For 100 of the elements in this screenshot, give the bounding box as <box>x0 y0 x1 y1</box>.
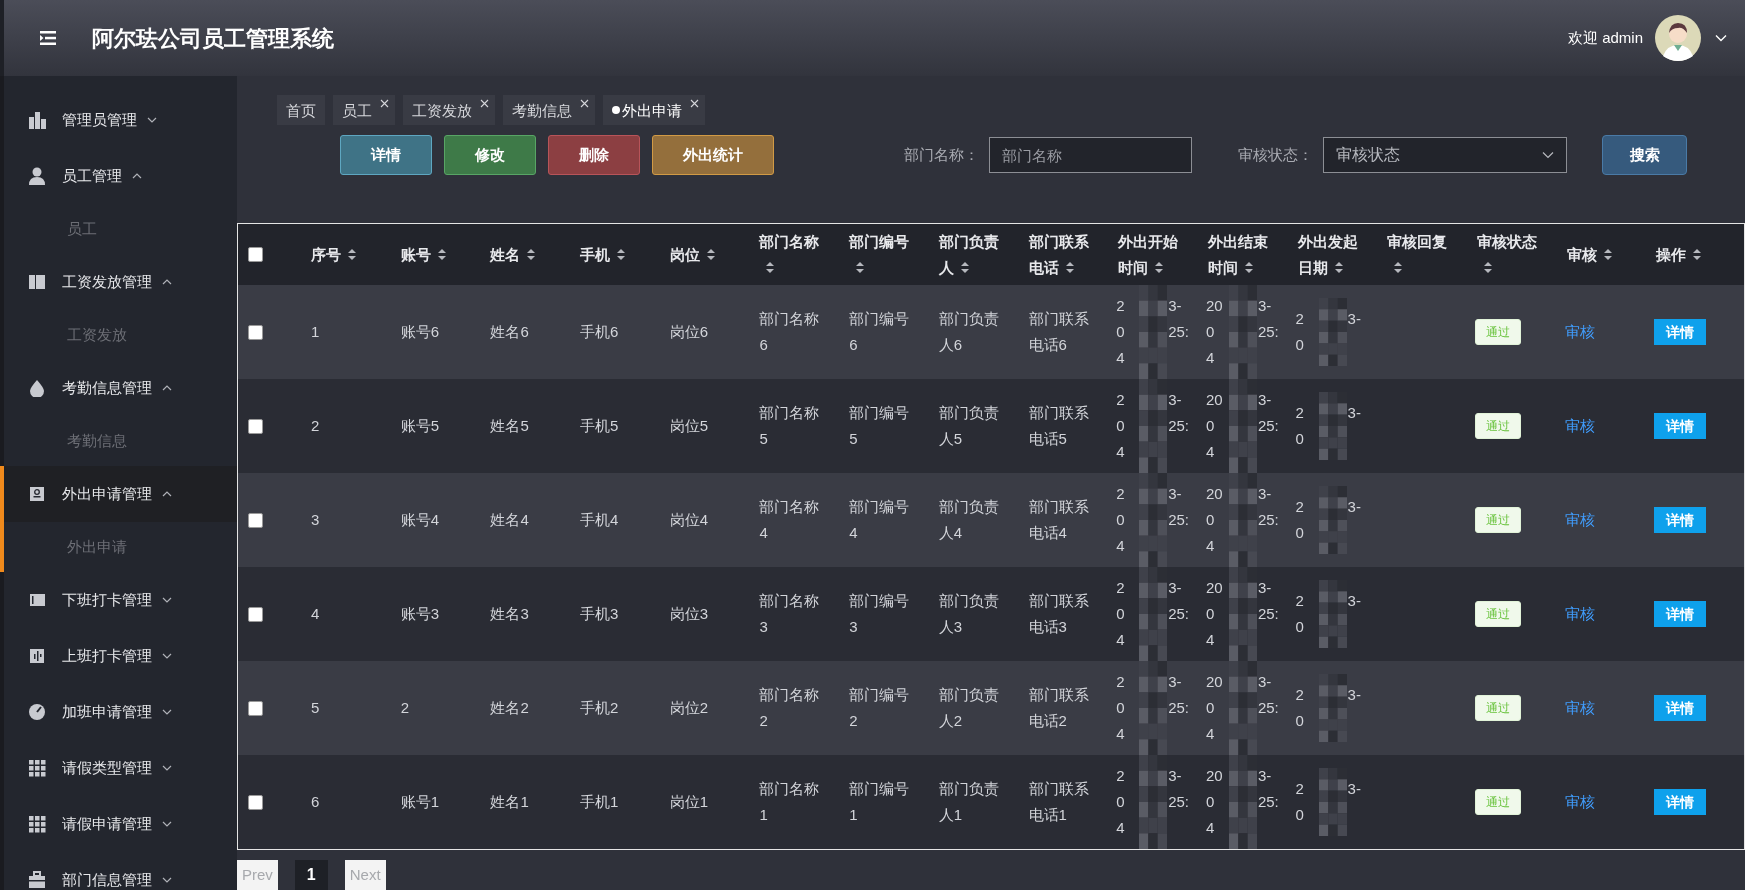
checkbox[interactable] <box>248 606 263 622</box>
tab[interactable]: 工资发放 <box>403 95 495 125</box>
table-cell-text: 部门名称4 <box>759 497 821 543</box>
column-header[interactable]: 岗位 <box>669 241 716 268</box>
table-cell-text: 部门负责人4 <box>938 497 1000 543</box>
table-cell-text: 0 <box>1295 522 1305 543</box>
sort-icon[interactable] <box>855 260 866 274</box>
checkbox[interactable] <box>248 512 263 528</box>
sort-icon[interactable] <box>616 247 627 261</box>
sort-icon[interactable] <box>1154 260 1165 274</box>
table-cell-text: 部门名称2 <box>759 685 821 731</box>
tab[interactable]: 员工 <box>333 95 395 125</box>
caret-icon[interactable] <box>1715 34 1727 42</box>
search-field[interactable]: 部门名称 <box>989 137 1192 173</box>
sidebar-item[interactable]: 员工管理 <box>4 148 237 204</box>
close-icon[interactable] <box>690 99 699 108</box>
sort-icon[interactable] <box>1602 247 1613 261</box>
sort-icon[interactable] <box>526 247 537 261</box>
sidebar-item[interactable]: 上班打卡管理 <box>4 628 237 684</box>
table-cell-text: 岗位2 <box>669 698 709 718</box>
sort-icon[interactable] <box>959 260 970 274</box>
toolbar-button[interactable]: 修改 <box>444 135 536 175</box>
id-card-icon <box>28 485 46 503</box>
review-link[interactable]: 审核 <box>1564 320 1595 344</box>
table-cell-text: 3- <box>1168 295 1182 316</box>
tab[interactable]: 外出申请 <box>603 95 705 125</box>
sort-icon[interactable] <box>347 247 357 261</box>
sort-icon[interactable] <box>1393 260 1404 274</box>
sort-icon[interactable] <box>1243 260 1254 274</box>
sidebar-item[interactable]: 请假申请管理 <box>4 796 237 852</box>
chevron-down-icon <box>147 116 157 124</box>
sidebar-item[interactable]: 下班打卡管理 <box>4 572 237 628</box>
column-header[interactable]: 审核 <box>1566 241 1613 268</box>
column-header[interactable]: 序号 <box>311 241 357 268</box>
column-header[interactable]: 操作 <box>1656 241 1703 268</box>
column-header[interactable]: 部门编号 <box>849 228 922 281</box>
tab[interactable]: 首页 <box>277 95 325 125</box>
checkbox[interactable] <box>248 418 263 434</box>
search-button[interactable]: 搜索 <box>1602 135 1687 175</box>
toolbar-button[interactable]: 外出统计 <box>652 135 774 175</box>
sidebar-item[interactable]: 工资发放管理 <box>4 254 237 310</box>
column-header[interactable]: 部门负责人 <box>938 228 1011 281</box>
sidebar-item[interactable]: 外出申请管理 <box>4 466 237 522</box>
sort-icon[interactable] <box>765 260 776 274</box>
close-icon[interactable] <box>480 99 489 108</box>
column-header[interactable]: 账号 <box>400 241 447 268</box>
sidebar-item[interactable]: 管理员管理 <box>4 92 237 148</box>
sidebar-item[interactable]: 考勤信息管理 <box>4 360 237 416</box>
sort-icon[interactable] <box>1333 260 1344 274</box>
checkbox[interactable] <box>248 794 263 810</box>
column-header[interactable]: 部门名称 <box>759 228 832 281</box>
page-button[interactable]: 1 <box>294 860 328 890</box>
column-header[interactable]: 手机 <box>580 241 627 268</box>
tab[interactable]: 考勤信息 <box>503 95 595 125</box>
table-cell-text: 部门名称1 <box>759 779 821 825</box>
column-header[interactable]: 外出结束时间 <box>1207 228 1280 281</box>
table-cell-text: 部门负责人2 <box>938 685 1000 731</box>
sort-icon[interactable] <box>436 247 447 261</box>
status-tag: 通过 <box>1474 789 1521 815</box>
column-header[interactable]: 外出开始时间 <box>1118 228 1191 281</box>
table-cell-text: 3- <box>1257 765 1272 786</box>
toolbar-button[interactable]: 详情 <box>340 135 432 175</box>
checkbox[interactable] <box>248 700 263 716</box>
table-cell-text: 部门名称6 <box>759 309 821 355</box>
column-header[interactable]: 审核状态 <box>1476 228 1549 281</box>
column-header[interactable]: 审核回复 <box>1387 228 1460 281</box>
checkbox[interactable] <box>248 247 263 262</box>
sidebar-item[interactable]: 加班申请管理 <box>4 684 237 740</box>
dropdown[interactable]: 审核状态 <box>1323 137 1567 173</box>
table-cell-text: 岗位4 <box>669 510 709 530</box>
sidebar-item[interactable]: 请假类型管理 <box>4 740 237 796</box>
chevron-down-icon <box>162 820 172 828</box>
table-cell-text: 姓名5 <box>490 416 529 436</box>
review-link[interactable]: 审核 <box>1564 414 1595 438</box>
table-cell-text: 0 <box>1116 603 1126 624</box>
review-link[interactable]: 审核 <box>1564 790 1595 814</box>
close-icon[interactable] <box>380 99 389 108</box>
column-header[interactable]: 姓名 <box>490 241 537 268</box>
review-link[interactable]: 审核 <box>1564 508 1595 532</box>
column-header[interactable]: 外出发起日期 <box>1297 228 1370 281</box>
table-cell-text: 20 <box>1205 389 1224 410</box>
avatar[interactable] <box>1655 15 1701 61</box>
toolbar-button[interactable]: 删除 <box>548 135 640 175</box>
column-header[interactable]: 部门联系电话 <box>1028 228 1101 281</box>
table-cell-text: 3- <box>1257 483 1272 504</box>
gauge-icon <box>28 703 46 721</box>
table-cell-text: 2 <box>1116 765 1126 786</box>
menu-icon[interactable] <box>38 30 58 46</box>
review-link[interactable]: 审核 <box>1564 696 1595 720</box>
sort-icon[interactable] <box>705 247 716 261</box>
sort-icon[interactable] <box>1692 247 1703 261</box>
sidebar-item[interactable]: 部门信息管理 <box>4 852 237 890</box>
table-cell-text: 3- <box>1168 389 1182 410</box>
table-cell-text: 2 <box>311 416 320 436</box>
review-link[interactable]: 审核 <box>1564 602 1595 626</box>
sort-icon[interactable] <box>1064 260 1075 274</box>
checkbox[interactable] <box>248 324 263 340</box>
sort-icon[interactable] <box>1482 260 1493 274</box>
close-icon[interactable] <box>580 99 589 108</box>
table-cell-text: 0 <box>1205 791 1216 812</box>
